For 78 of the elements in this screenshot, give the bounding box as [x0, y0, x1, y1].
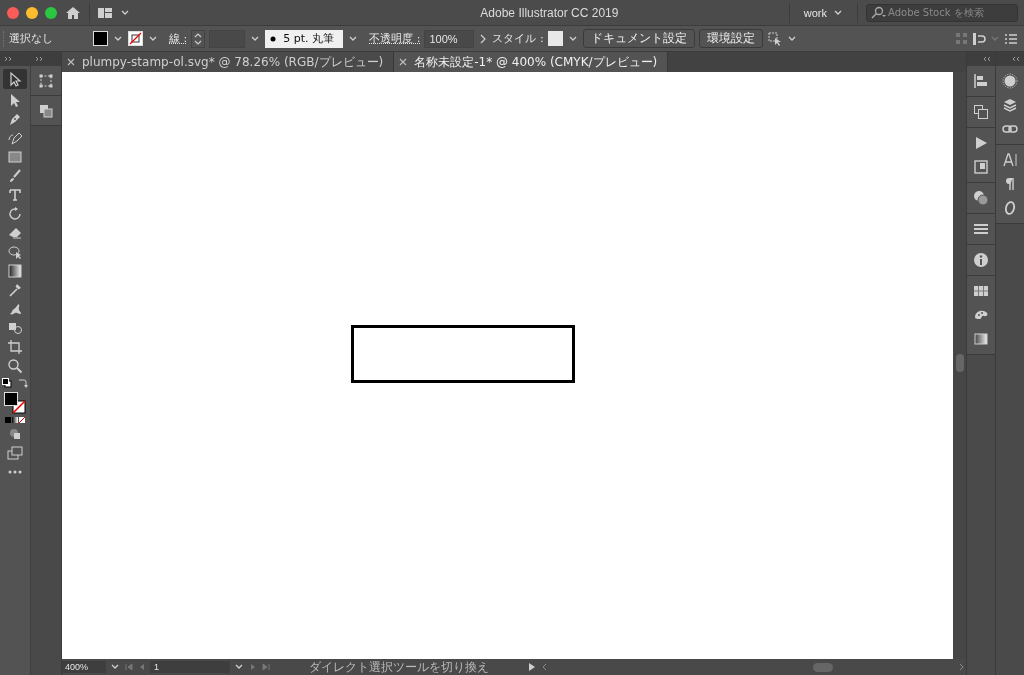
panel-expand-icon[interactable] [983, 56, 991, 62]
tab-label: plumpy-stamp-ol.svg* @ 78.26% (RGB/プレビュー) [82, 53, 384, 71]
tab-label: 名称未設定-1* @ 400% (CMYK/プレビュー) [414, 53, 658, 71]
swap-colors-icon[interactable] [16, 377, 29, 389]
panel-expand-icon[interactable] [1012, 56, 1020, 62]
maximize-button-icon[interactable] [45, 6, 57, 19]
rectangle-shape[interactable] [350, 324, 575, 383]
artboard-tool-icon[interactable] [7, 339, 23, 355]
eyedropper-tool-icon[interactable] [7, 282, 23, 298]
color-mode-icon[interactable] [5, 417, 25, 423]
close-icon[interactable] [66, 57, 76, 67]
actions-panel-icon[interactable] [973, 135, 989, 151]
stroke-label: 線 : [169, 31, 188, 46]
gradient-panel-icon[interactable] [973, 331, 989, 347]
minimize-button-icon[interactable] [26, 6, 38, 19]
search-icon [870, 5, 886, 20]
layout-icon[interactable] [98, 5, 112, 20]
selection-label: 選択なし [9, 31, 54, 46]
vertical-scrollbar[interactable] [953, 72, 966, 659]
pathfinder-panel-icon[interactable] [973, 104, 989, 120]
layers-panel-icon[interactable] [1002, 97, 1018, 113]
align-icon[interactable] [972, 31, 986, 46]
document-tab[interactable]: plumpy-stamp-ol.svg* @ 78.26% (RGB/プレビュー) [62, 52, 395, 72]
artboard-field[interactable]: 1 [150, 661, 230, 673]
close-button-icon[interactable] [7, 6, 19, 19]
style-label: スタイル : [492, 31, 544, 46]
brush-field[interactable]: 5 pt. 丸筆 [265, 29, 344, 48]
stepper-button[interactable] [191, 29, 206, 48]
document-tab[interactable]: 名称未設定-1* @ 400% (CMYK/プレビュー) [394, 52, 669, 72]
artboards-panel-icon[interactable] [973, 159, 989, 175]
draw-mode-icon[interactable] [9, 428, 21, 440]
screen-mode-icon[interactable] [7, 446, 23, 460]
zoom-field[interactable]: 400% [62, 661, 106, 673]
pen-tool-icon[interactable] [7, 111, 23, 127]
stroke-panel-icon[interactable] [973, 221, 989, 237]
character-panel-icon[interactable] [1002, 152, 1018, 168]
info-panel-icon[interactable] [973, 252, 989, 268]
fill-swatch[interactable] [93, 31, 108, 46]
shape-builder-tool-icon[interactable] [7, 244, 23, 260]
blend-tool-icon[interactable] [7, 320, 23, 336]
status-message: ダイレクト選択ツールを切り換え [308, 659, 490, 675]
symbols-panel-icon[interactable] [1002, 73, 1018, 89]
home-icon[interactable] [65, 4, 81, 21]
search-field[interactable]: Adobe Stock を検索 [866, 3, 1018, 22]
panel-collapse-icon[interactable] [4, 56, 12, 62]
window-title: Adobe Illustrator CC 2019 [479, 5, 620, 20]
workspace-switcher[interactable]: work [797, 6, 849, 19]
arrange-panel-icon[interactable] [39, 104, 53, 118]
zoom-tool-icon[interactable] [7, 358, 23, 374]
play-icon[interactable] [527, 662, 537, 672]
rotate-tool-icon[interactable] [7, 206, 23, 222]
settings-button[interactable]: ドキュメント設定 [582, 29, 695, 48]
opacity-field[interactable]: 100% [424, 29, 475, 48]
menu-icon[interactable] [1004, 32, 1018, 45]
panel-collapse-icon[interactable] [35, 56, 43, 62]
stroke-swatch[interactable] [128, 31, 143, 46]
dot-icon [270, 35, 277, 42]
eraser-tool-icon[interactable] [7, 225, 23, 241]
close-icon[interactable] [398, 57, 409, 67]
swatches-panel-icon[interactable] [973, 283, 989, 299]
type-tool-icon[interactable] [7, 187, 23, 203]
more-tools-icon[interactable] [8, 470, 22, 474]
brush-label: 5 pt. 丸筆 [283, 31, 334, 46]
appearance-panel-icon[interactable] [973, 190, 989, 206]
default-colors-icon[interactable] [1, 378, 12, 388]
gradient-tool-icon[interactable] [7, 263, 23, 279]
curvature-tool-icon[interactable] [7, 130, 23, 146]
style-swatch[interactable] [547, 31, 563, 46]
transform-panel-icon[interactable] [38, 73, 54, 89]
opacity-label: 不透明度 : [369, 31, 421, 46]
opentype-panel-icon[interactable] [1002, 200, 1018, 216]
align-panel-icon[interactable] [973, 73, 989, 89]
stepper-icon [193, 31, 204, 46]
transform-icon[interactable] [766, 30, 783, 47]
settings-button[interactable]: 環境設定 [698, 29, 763, 48]
paintbrush-tool-icon[interactable] [7, 168, 23, 184]
rectangle-tool-icon[interactable] [7, 149, 23, 165]
fill-stroke-icon[interactable] [4, 392, 26, 414]
